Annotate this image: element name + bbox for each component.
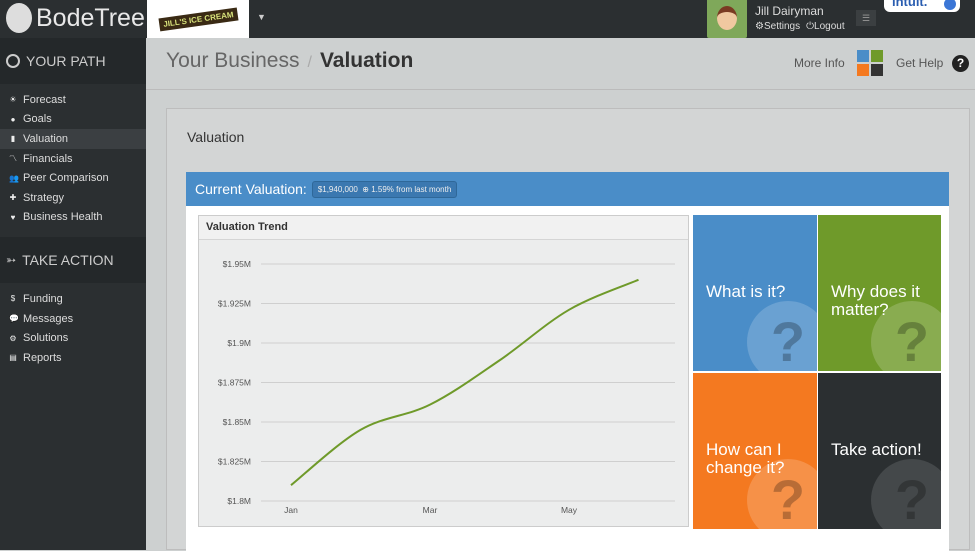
sidebar-item-label: Valuation bbox=[23, 133, 68, 145]
y-tick-label: $1.8M bbox=[227, 496, 251, 506]
sidebar-item-label: Messages bbox=[23, 313, 73, 325]
logout-link[interactable]: ⏻Logout bbox=[806, 21, 845, 32]
top-bar: BodeTree JILL'S ICE CREAM ▼ Jill Dairyma… bbox=[0, 0, 975, 38]
more-info-link[interactable]: More Info bbox=[794, 56, 845, 70]
valuation-badge: $1,940,000 ⊕ 1.59% from last month bbox=[312, 181, 457, 198]
page-title: Valuation bbox=[320, 49, 413, 72]
chevron-down-icon[interactable]: ▼ bbox=[257, 12, 266, 22]
money-bag-icon: $ bbox=[9, 294, 17, 303]
line-chart-icon: 〽 bbox=[9, 153, 17, 164]
rocket-icon: ➳ bbox=[6, 253, 16, 267]
sun-icon: ☀ bbox=[9, 95, 17, 104]
y-tick-label: $1.925M bbox=[218, 299, 251, 309]
gear-icon: ⚙ bbox=[9, 334, 17, 343]
sidebar-item-goals[interactable]: ● Goals bbox=[0, 110, 146, 130]
sidebar-item-label: Strategy bbox=[23, 192, 64, 204]
y-tick-label: $1.85M bbox=[223, 417, 251, 427]
y-tick-label: $1.825M bbox=[218, 457, 251, 467]
how-can-i-change-it-tile[interactable]: How can I change it?? bbox=[693, 373, 817, 529]
sidebar-item-label: Peer Comparison bbox=[23, 172, 109, 184]
intuit-button[interactable]: intuit. bbox=[884, 0, 960, 12]
business-logo[interactable]: JILL'S ICE CREAM bbox=[147, 0, 249, 38]
your-path-header: YOUR PATH bbox=[0, 38, 146, 84]
bodetree-logo[interactable]: BodeTree bbox=[6, 3, 145, 33]
logo-text: BodeTree bbox=[36, 4, 145, 33]
why-does-it-matter-tile[interactable]: Why does it matter?? bbox=[818, 215, 941, 371]
sidebar-item-messages[interactable]: 💬 Messages bbox=[0, 309, 146, 329]
circle-icon: ● bbox=[9, 115, 17, 124]
sidebar-item-forecast[interactable]: ☀ Forecast bbox=[0, 90, 146, 110]
sidebar-item-label: Reports bbox=[23, 352, 62, 364]
heart-icon: ♥ bbox=[9, 213, 17, 222]
sidebar-item-solutions[interactable]: ⚙ Solutions bbox=[0, 328, 146, 348]
y-tick-label: $1.9M bbox=[227, 338, 251, 348]
sidebar-item-label: Goals bbox=[23, 113, 52, 125]
valuation-trend-chart: Valuation Trend $1.8M$1.825M$1.85M$1.875… bbox=[198, 215, 689, 527]
what-is-it-tile[interactable]: What is it?? bbox=[693, 215, 817, 371]
sidebar-item-reports[interactable]: ▤ Reports bbox=[0, 348, 146, 368]
sidebar-item-peer-comparison[interactable]: 👥 Peer Comparison bbox=[0, 168, 146, 188]
sidebar-item-label: Solutions bbox=[23, 332, 68, 344]
get-help-link[interactable]: Get Help bbox=[896, 56, 943, 70]
x-tick-label: May bbox=[561, 505, 578, 515]
current-valuation-bar: Current Valuation:$1,940,000 ⊕ 1.59% fro… bbox=[186, 172, 949, 206]
chat-icon: 💬 bbox=[9, 314, 17, 323]
chart-svg: $1.8M $1.825M $1.85M $1.875M $1.9M $1.925M $1.… bbox=[199, 216, 690, 528]
logo-icon bbox=[6, 3, 32, 33]
sidebar-item-label: Financials bbox=[23, 153, 73, 165]
x-tick-label: Mar bbox=[423, 505, 438, 515]
valuation-panel: Valuation Current Valuation:$1,940,000 ⊕… bbox=[166, 108, 970, 550]
sidebar-item-valuation[interactable]: ▮ Valuation bbox=[0, 129, 146, 149]
user-name: Jill Dairyman bbox=[755, 4, 824, 18]
bar-chart-icon: ▮ bbox=[9, 134, 17, 143]
sidebar-item-funding[interactable]: $ Funding bbox=[0, 289, 146, 309]
take-action-tile[interactable]: Take action!? bbox=[818, 373, 941, 529]
y-tick-label: $1.95M bbox=[223, 259, 251, 269]
sidebar: YOUR PATH ☀ Forecast ● Goals ▮ Valuation 〽 Fina… bbox=[0, 38, 146, 550]
sidebar-item-label: Funding bbox=[23, 293, 63, 305]
breadcrumb: Your Business/Valuation bbox=[166, 49, 413, 73]
question-icon: ? bbox=[747, 301, 817, 371]
document-icon: ▤ bbox=[9, 353, 17, 362]
brand-text: JILL'S ICE CREAM bbox=[158, 7, 238, 31]
settings-link[interactable]: ⚙Settings bbox=[755, 21, 800, 32]
puzzle-icon: ✚ bbox=[9, 193, 17, 202]
sidebar-item-strategy[interactable]: ✚ Strategy bbox=[0, 188, 146, 208]
question-icon: ? bbox=[871, 459, 941, 529]
chevron-down-icon bbox=[944, 0, 956, 10]
tiles-icon[interactable] bbox=[857, 50, 883, 76]
breadcrumb-parent[interactable]: Your Business bbox=[166, 49, 299, 72]
help-icon[interactable]: ? bbox=[952, 55, 969, 72]
sidebar-item-financials[interactable]: 〽 Financials bbox=[0, 149, 146, 169]
y-tick-label: $1.875M bbox=[218, 378, 251, 388]
sidebar-item-label: Forecast bbox=[23, 94, 66, 106]
avatar[interactable] bbox=[707, 0, 747, 38]
sidebar-item-label: Business Health bbox=[23, 211, 103, 223]
sidebar-item-business-health[interactable]: ♥ Business Health bbox=[0, 208, 146, 228]
x-tick-label: Jan bbox=[284, 505, 298, 515]
panel-title: Valuation bbox=[187, 129, 244, 145]
main-content: Your Business/Valuation More Info Get He… bbox=[146, 38, 975, 550]
users-icon: 👥 bbox=[9, 174, 17, 183]
take-action-header: ➳TAKE ACTION bbox=[0, 237, 146, 283]
compass-icon bbox=[6, 54, 20, 68]
menu-icon[interactable]: ☰ bbox=[856, 10, 876, 26]
